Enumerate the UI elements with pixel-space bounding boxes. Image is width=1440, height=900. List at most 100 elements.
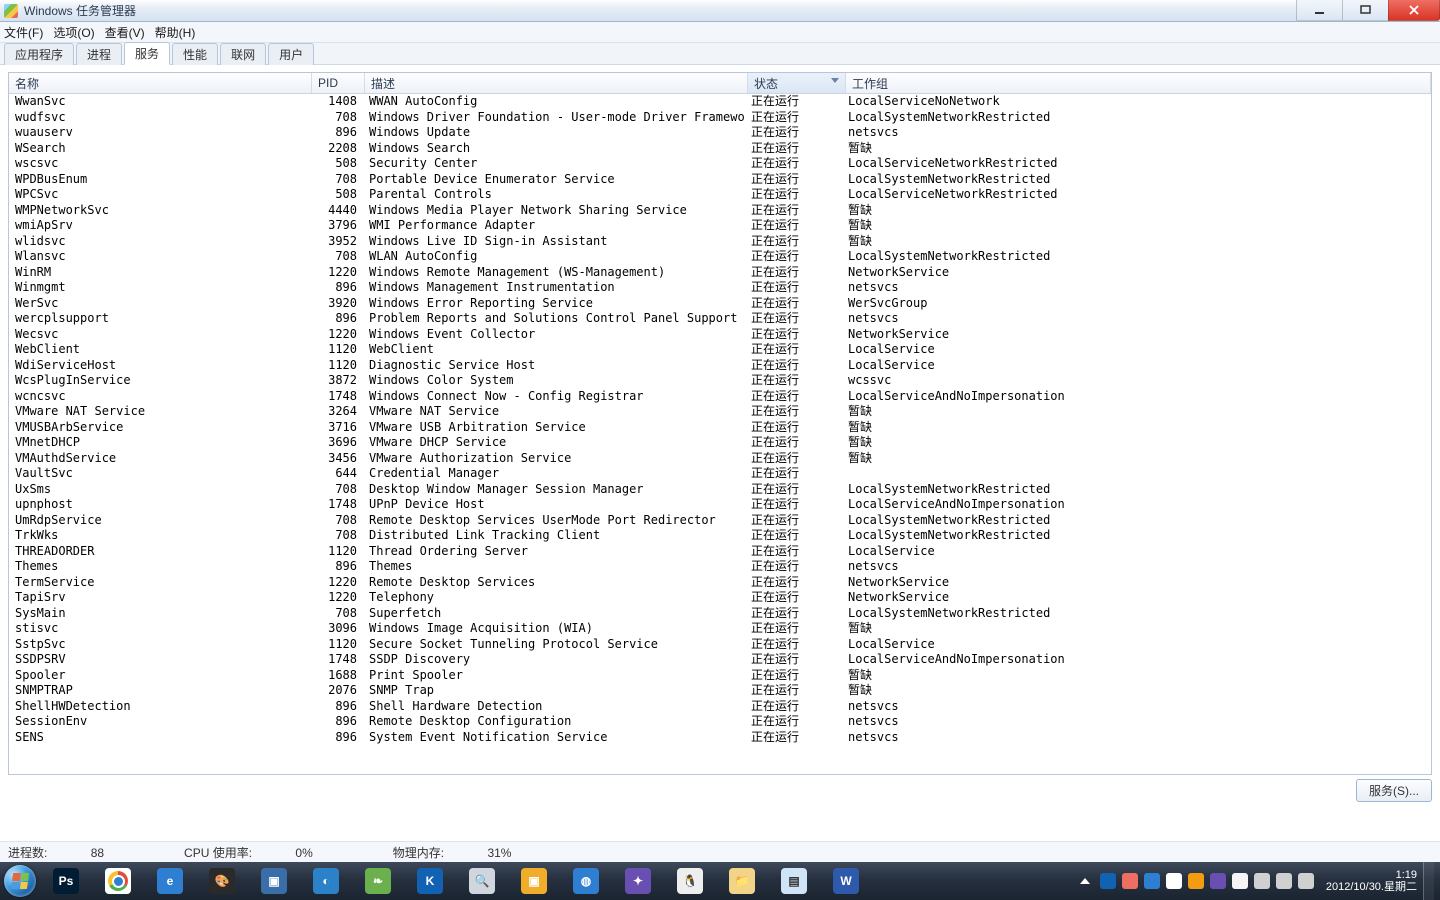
- word-icon[interactable]: W: [821, 864, 871, 898]
- photoshop-icon[interactable]: Ps: [41, 864, 91, 898]
- table-row[interactable]: VMnetDHCP3696VMware DHCP Service正在运行暂缺: [9, 435, 1431, 451]
- taskbar-clock[interactable]: 1:19 2012/10/30.星期二: [1320, 869, 1423, 893]
- maximize-button[interactable]: [1342, 0, 1389, 21]
- table-row[interactable]: Wecsvc1220Windows Event Collector正在运行Net…: [9, 327, 1431, 343]
- table-row[interactable]: wlidsvc3952Windows Live ID Sign-in Assis…: [9, 234, 1431, 250]
- menu-help[interactable]: 帮助(H): [155, 24, 196, 41]
- table-row[interactable]: Wlansvc708WLAN AutoConfig正在运行LocalSystem…: [9, 249, 1431, 265]
- table-row[interactable]: THREADORDER1120Thread Ordering Server正在运…: [9, 544, 1431, 560]
- explorer-icon[interactable]: 📁: [717, 864, 767, 898]
- tab-1[interactable]: 进程: [76, 43, 122, 65]
- circle-icon[interactable]: ◐: [301, 864, 351, 898]
- table-row[interactable]: VMUSBArbService3716VMware USB Arbitratio…: [9, 420, 1431, 436]
- menu-options[interactable]: 选项(O): [53, 24, 94, 41]
- tray-input[interactable]: [1232, 873, 1248, 889]
- status-bar: 进程数: 88 CPU 使用率: 0% 物理内存: 31%: [0, 841, 1440, 862]
- tray-3[interactable]: [1144, 873, 1160, 889]
- show-desktop-button[interactable]: [1423, 862, 1434, 900]
- window-titlebar[interactable]: Windows 任务管理器: [0, 0, 1440, 22]
- table-row[interactable]: TapiSrv1220Telephony正在运行NetworkService: [9, 590, 1431, 606]
- tray-1[interactable]: [1100, 873, 1116, 889]
- table-row[interactable]: wmiApSrv3796WMI Performance Adapter正在运行暂…: [9, 218, 1431, 234]
- col-name[interactable]: 名称: [9, 73, 312, 93]
- table-row[interactable]: UxSms708Desktop Window Manager Session M…: [9, 482, 1431, 498]
- table-row[interactable]: VaultSvc644Credential Manager正在运行: [9, 466, 1431, 482]
- table-row[interactable]: wcncsvc1748Windows Connect Now - Config …: [9, 389, 1431, 405]
- tray-5[interactable]: [1188, 873, 1204, 889]
- table-row[interactable]: WebClient1120WebClient正在运行LocalService: [9, 342, 1431, 358]
- table-row[interactable]: WMPNetworkSvc4440Windows Media Player Ne…: [9, 203, 1431, 219]
- tab-2[interactable]: 服务: [124, 42, 170, 65]
- status-mem: 物理内存: 31%: [393, 844, 552, 861]
- services-grid: 名称 PID 描述 状态 工作组 WwanSvc1408WWAN AutoCon…: [8, 72, 1432, 775]
- col-group[interactable]: 工作组: [846, 73, 1431, 93]
- palette-icon[interactable]: 🎨: [197, 864, 247, 898]
- table-row[interactable]: wuauserv896Windows Update正在运行netsvcs: [9, 125, 1431, 141]
- tray-show-hidden-icon[interactable]: [1080, 878, 1090, 884]
- table-row[interactable]: WcsPlugInService3872Windows Color System…: [9, 373, 1431, 389]
- table-row[interactable]: VMAuthdService3456VMware Authorization S…: [9, 451, 1431, 467]
- table-row[interactable]: wercplsupport896Problem Reports and Solu…: [9, 311, 1431, 327]
- table-row[interactable]: SSDPSRV1748SSDP Discovery正在运行LocalServic…: [9, 652, 1431, 668]
- table-row[interactable]: UmRdpService708Remote Desktop Services U…: [9, 513, 1431, 529]
- grid-body[interactable]: WwanSvc1408WWAN AutoConfig正在运行LocalServi…: [9, 94, 1431, 774]
- start-button[interactable]: [0, 862, 40, 900]
- table-row[interactable]: SessionEnv896Remote Desktop Configuratio…: [9, 714, 1431, 730]
- taskmgr-icon[interactable]: ▤: [769, 864, 819, 898]
- col-status[interactable]: 状态: [748, 73, 846, 93]
- minimize-button[interactable]: [1296, 0, 1343, 21]
- services-button[interactable]: 服务(S)...: [1356, 779, 1432, 802]
- sort-desc-icon: [831, 78, 839, 83]
- tab-4[interactable]: 联网: [220, 43, 266, 65]
- kugou-icon[interactable]: K: [405, 864, 455, 898]
- tray-6[interactable]: [1210, 873, 1226, 889]
- ie-icon[interactable]: e: [145, 864, 195, 898]
- table-row[interactable]: TermService1220Remote Desktop Services正在…: [9, 575, 1431, 591]
- globe-icon[interactable]: ◍: [561, 864, 611, 898]
- table-row[interactable]: stisvc3096Windows Image Acquisition (WIA…: [9, 621, 1431, 637]
- chrome-icon[interactable]: [93, 864, 143, 898]
- table-row[interactable]: WinRM1220Windows Remote Management (WS-M…: [9, 265, 1431, 281]
- table-row[interactable]: WdiServiceHost1120Diagnostic Service Hos…: [9, 358, 1431, 374]
- magnifier-icon[interactable]: 🔍: [457, 864, 507, 898]
- table-row[interactable]: Winmgmt896Windows Management Instrumenta…: [9, 280, 1431, 296]
- table-row[interactable]: Spooler1688Print Spooler正在运行暂缺: [9, 668, 1431, 684]
- table-row[interactable]: WPCSvc508Parental Controls正在运行LocalServi…: [9, 187, 1431, 203]
- table-row[interactable]: SNMPTRAP2076SNMP Trap正在运行暂缺: [9, 683, 1431, 699]
- table-row[interactable]: Themes896Themes正在运行netsvcs: [9, 559, 1431, 575]
- tray-flag[interactable]: [1254, 873, 1270, 889]
- tab-3[interactable]: 性能: [172, 43, 218, 65]
- tab-5[interactable]: 用户: [268, 43, 314, 65]
- vm-icon[interactable]: ▣: [249, 864, 299, 898]
- tray-net[interactable]: [1276, 873, 1292, 889]
- tray-2[interactable]: [1122, 873, 1138, 889]
- tray-4[interactable]: [1166, 873, 1182, 889]
- table-row[interactable]: VMware NAT Service3264VMware NAT Service…: [9, 404, 1431, 420]
- table-row[interactable]: SysMain708Superfetch正在运行LocalSystemNetwo…: [9, 606, 1431, 622]
- table-row[interactable]: wudfsvc708Windows Driver Foundation - Us…: [9, 110, 1431, 126]
- col-desc[interactable]: 描述: [365, 73, 748, 93]
- menu-bar: 文件(F) 选项(O) 查看(V) 帮助(H): [0, 22, 1440, 43]
- table-row[interactable]: WSearch2208Windows Search正在运行暂缺: [9, 141, 1431, 157]
- table-row[interactable]: ShellHWDetection896Shell Hardware Detect…: [9, 699, 1431, 715]
- tray-vol[interactable]: [1298, 873, 1314, 889]
- table-row[interactable]: wscsvc508Security Center正在运行LocalService…: [9, 156, 1431, 172]
- col-pid[interactable]: PID: [312, 73, 365, 93]
- qq-icon[interactable]: 🐧: [665, 864, 715, 898]
- tab-0[interactable]: 应用程序: [4, 43, 74, 65]
- table-row[interactable]: upnphost1748UPnP Device Host正在运行LocalSer…: [9, 497, 1431, 513]
- shield-icon[interactable]: ▣: [509, 864, 559, 898]
- table-row[interactable]: SENS896System Event Notification Service…: [9, 730, 1431, 746]
- menu-file[interactable]: 文件(F): [4, 24, 43, 41]
- table-row[interactable]: TrkWks708Distributed Link Tracking Clien…: [9, 528, 1431, 544]
- bird-icon[interactable]: ✦: [613, 864, 663, 898]
- table-row[interactable]: WerSvc3920Windows Error Reporting Servic…: [9, 296, 1431, 312]
- table-row[interactable]: WPDBusEnum708Portable Device Enumerator …: [9, 172, 1431, 188]
- leaf-icon[interactable]: ❧: [353, 864, 403, 898]
- table-row[interactable]: WwanSvc1408WWAN AutoConfig正在运行LocalServi…: [9, 94, 1431, 110]
- menu-view[interactable]: 查看(V): [105, 24, 145, 41]
- status-process-count: 进程数: 88: [8, 844, 144, 861]
- close-button[interactable]: [1388, 0, 1440, 21]
- grid-header: 名称 PID 描述 状态 工作组: [9, 73, 1431, 94]
- table-row[interactable]: SstpSvc1120Secure Socket Tunneling Proto…: [9, 637, 1431, 653]
